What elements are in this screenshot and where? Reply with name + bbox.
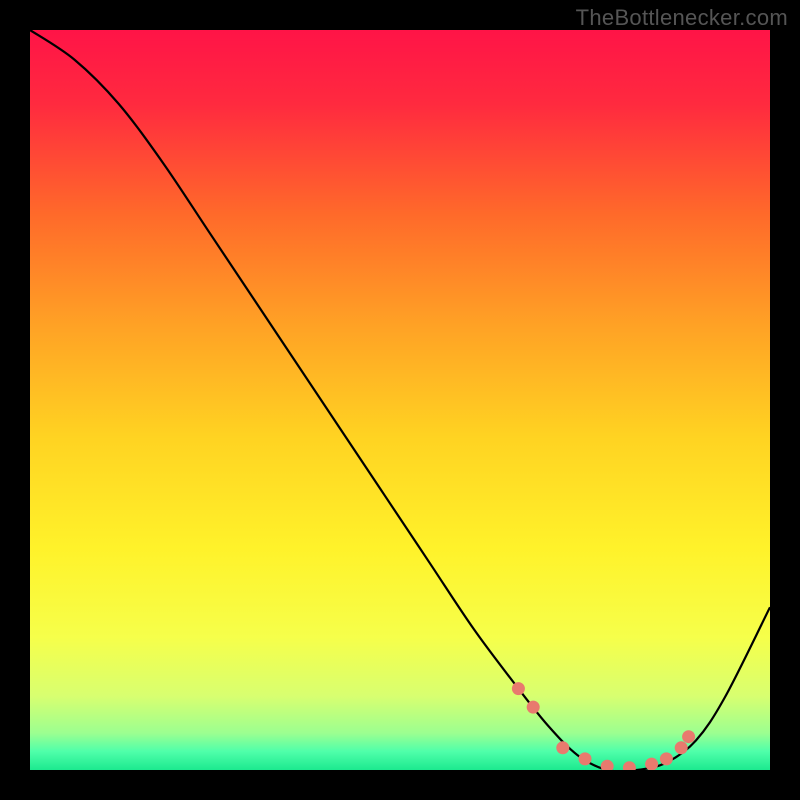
watermark-text: TheBottlenecker.com bbox=[576, 5, 788, 31]
curve-layer bbox=[30, 30, 770, 770]
bottleneck-curve bbox=[30, 30, 770, 770]
marker-point bbox=[682, 730, 695, 743]
marker-point bbox=[645, 758, 658, 770]
marker-point bbox=[579, 752, 592, 765]
marker-point bbox=[527, 701, 540, 714]
marker-point bbox=[556, 741, 569, 754]
marker-point bbox=[601, 760, 614, 770]
marker-point bbox=[623, 761, 636, 770]
marker-point bbox=[660, 752, 673, 765]
marker-points bbox=[512, 682, 695, 770]
marker-point bbox=[675, 741, 688, 754]
marker-point bbox=[512, 682, 525, 695]
plot-area bbox=[30, 30, 770, 770]
